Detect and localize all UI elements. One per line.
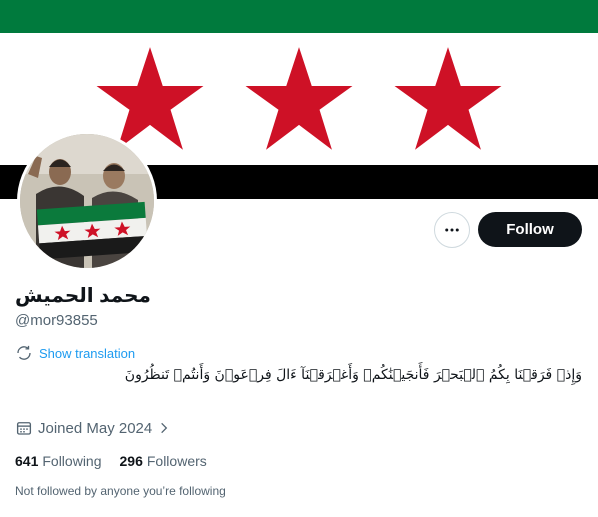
show-translation-label: Show translation [39, 345, 136, 361]
more-options-button[interactable] [434, 212, 470, 248]
following-label: Following [42, 453, 102, 469]
followers-link[interactable]: 296 Followers [120, 453, 207, 469]
show-translation-button[interactable]: Show translation [15, 344, 135, 362]
handle: @mor93855 [15, 312, 98, 329]
followers-label: Followers [146, 453, 207, 469]
followers-count: 296 [119, 453, 143, 469]
chevron-right-icon [161, 422, 168, 434]
calendar-icon [16, 422, 32, 435]
banner-star-icon [245, 47, 353, 150]
follow-stats: 641 Following 296 Followers [15, 453, 207, 469]
not-followed-notice: Not followed by anyone you’re following [15, 484, 226, 498]
bio: وَإِذۡ فَرَقۡنَا بِكُمُ ٱلۡبَحۡرَ فَأَنج… [124, 367, 582, 383]
follow-button[interactable]: Follow [478, 212, 582, 247]
avatar[interactable] [17, 131, 157, 271]
joined-date[interactable]: Joined May 2024 [15, 419, 171, 437]
avatar-photo [20, 134, 154, 268]
translate-icon [17, 345, 31, 360]
banner-green-band [0, 0, 598, 33]
following-link[interactable]: 641 Following [15, 453, 102, 469]
following-count: 641 [15, 453, 39, 469]
display-name: محمد الحميش [15, 285, 151, 307]
joined-label: Joined May 2024 [38, 419, 153, 437]
more-icon [445, 228, 459, 232]
banner-star-icon [394, 47, 502, 150]
